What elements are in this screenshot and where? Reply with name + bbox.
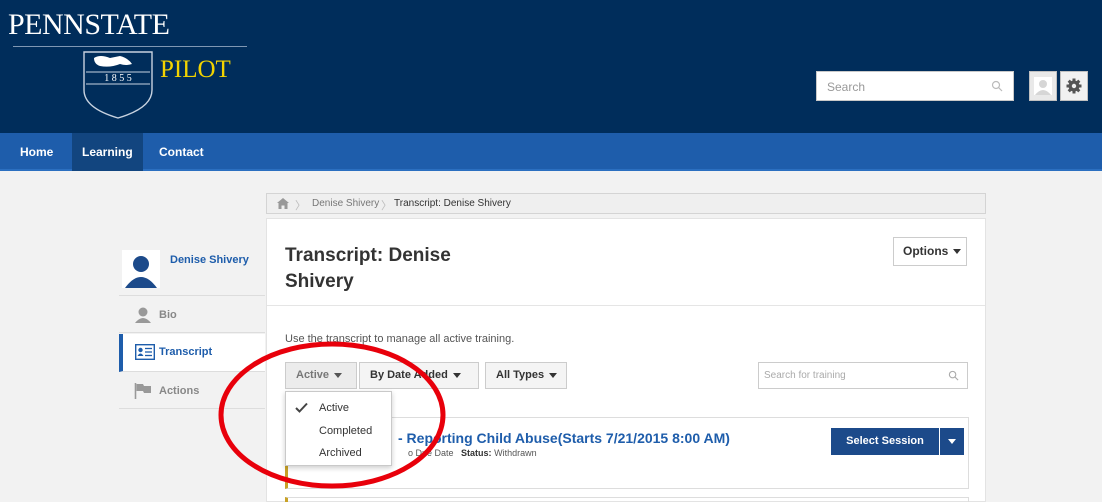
- divider: [267, 305, 985, 306]
- settings-button[interactable]: [1060, 71, 1088, 101]
- sidebar-item-bio[interactable]: Bio: [119, 297, 265, 333]
- type-filter-button[interactable]: All Types: [485, 362, 567, 389]
- chevron-down-icon: [948, 439, 956, 444]
- dropdown-item-active[interactable]: Active: [286, 397, 391, 419]
- options-button[interactable]: Options: [893, 237, 967, 266]
- sidebar-item-actions[interactable]: Actions: [119, 373, 265, 409]
- profile-avatar-icon[interactable]: [122, 250, 160, 288]
- search-icon[interactable]: [991, 80, 1003, 92]
- status-value: Withdrawn: [494, 448, 537, 458]
- breadcrumb: 〉 Denise Shivery 〉 Transcript: Denise Sh…: [266, 193, 986, 214]
- flag-icon: [134, 383, 151, 399]
- home-icon[interactable]: [277, 198, 289, 209]
- status-filter-label: Active: [296, 369, 330, 381]
- nav-contact[interactable]: Contact: [149, 133, 214, 171]
- breadcrumb-profile[interactable]: Denise Shivery: [312, 198, 379, 209]
- select-session-menu-button[interactable]: [940, 428, 964, 455]
- dropdown-item-label: Archived: [319, 447, 362, 459]
- profile-name[interactable]: Denise Shivery: [170, 254, 249, 266]
- due-date-label: o Due Date: [408, 448, 454, 458]
- sidebar-item-label: Bio: [159, 309, 177, 321]
- user-avatar-button[interactable]: [1029, 71, 1057, 101]
- dropdown-item-completed[interactable]: Completed: [286, 420, 391, 442]
- training-card: [285, 497, 969, 502]
- pilot-logo-text[interactable]: PILOT: [160, 55, 231, 85]
- search-icon[interactable]: [948, 370, 959, 381]
- type-filter-label: All Types: [496, 369, 545, 381]
- user-avatar-icon: [1034, 77, 1052, 95]
- person-icon: [135, 307, 151, 323]
- status-label: Status:: [461, 448, 492, 458]
- nittany-lion-shield-icon: 1 8 5 5: [83, 51, 153, 119]
- sort-filter-label: By Date Added: [370, 369, 448, 381]
- transcript-description: Use the transcript to manage all active …: [285, 333, 515, 345]
- main-nav: Home Learning Contact: [0, 133, 1102, 171]
- options-label: Options: [903, 244, 949, 258]
- chevron-down-icon: [452, 372, 461, 378]
- site-header: PENNSTATE 1 8 5 5 PILOT Search: [0, 0, 1102, 133]
- gear-icon: [1066, 78, 1082, 94]
- dropdown-item-label: Completed: [319, 425, 373, 437]
- logo-divider: [13, 46, 247, 47]
- select-session-button[interactable]: Select Session: [831, 428, 939, 455]
- sidebar-item-label: Actions: [159, 385, 200, 397]
- transcript-icon: [135, 344, 155, 360]
- checkmark-icon: [295, 402, 308, 413]
- sidebar-item-label: Transcript: [159, 346, 213, 358]
- breadcrumb-current: Transcript: Denise Shivery: [394, 198, 511, 209]
- sort-filter-button[interactable]: By Date Added: [359, 362, 479, 389]
- training-meta: o Due Date Status: Withdrawn: [408, 448, 537, 458]
- pennstate-logo-text[interactable]: PENNSTATE: [8, 8, 170, 42]
- dropdown-item-archived[interactable]: Archived: [286, 442, 391, 464]
- profile-card: Denise Shivery: [119, 240, 265, 296]
- chevron-down-icon: [953, 249, 962, 255]
- chevron-down-icon: [334, 372, 343, 378]
- training-search-placeholder: Search for training: [764, 370, 846, 381]
- site-search-input[interactable]: Search: [816, 71, 1014, 101]
- dropdown-item-label: Active: [319, 402, 349, 414]
- chevron-down-icon: [549, 372, 558, 378]
- nav-learning[interactable]: Learning: [72, 133, 143, 171]
- status-dropdown-menu: Active Completed Archived: [285, 391, 392, 466]
- breadcrumb-separator: 〉: [381, 200, 392, 212]
- training-search-input[interactable]: Search for training: [758, 362, 968, 389]
- sidebar-item-transcript[interactable]: Transcript: [119, 334, 265, 372]
- training-title-link[interactable]: - Reporting Child Abuse(Starts 7/21/2015…: [398, 430, 730, 446]
- breadcrumb-separator: 〉: [295, 200, 306, 212]
- page-title: Transcript: Denise Shivery: [285, 245, 451, 292]
- nav-home[interactable]: Home: [10, 133, 63, 171]
- search-placeholder: Search: [827, 80, 866, 94]
- status-filter-button[interactable]: Active: [285, 362, 357, 389]
- logo-year: 1 8 5 5: [104, 73, 132, 84]
